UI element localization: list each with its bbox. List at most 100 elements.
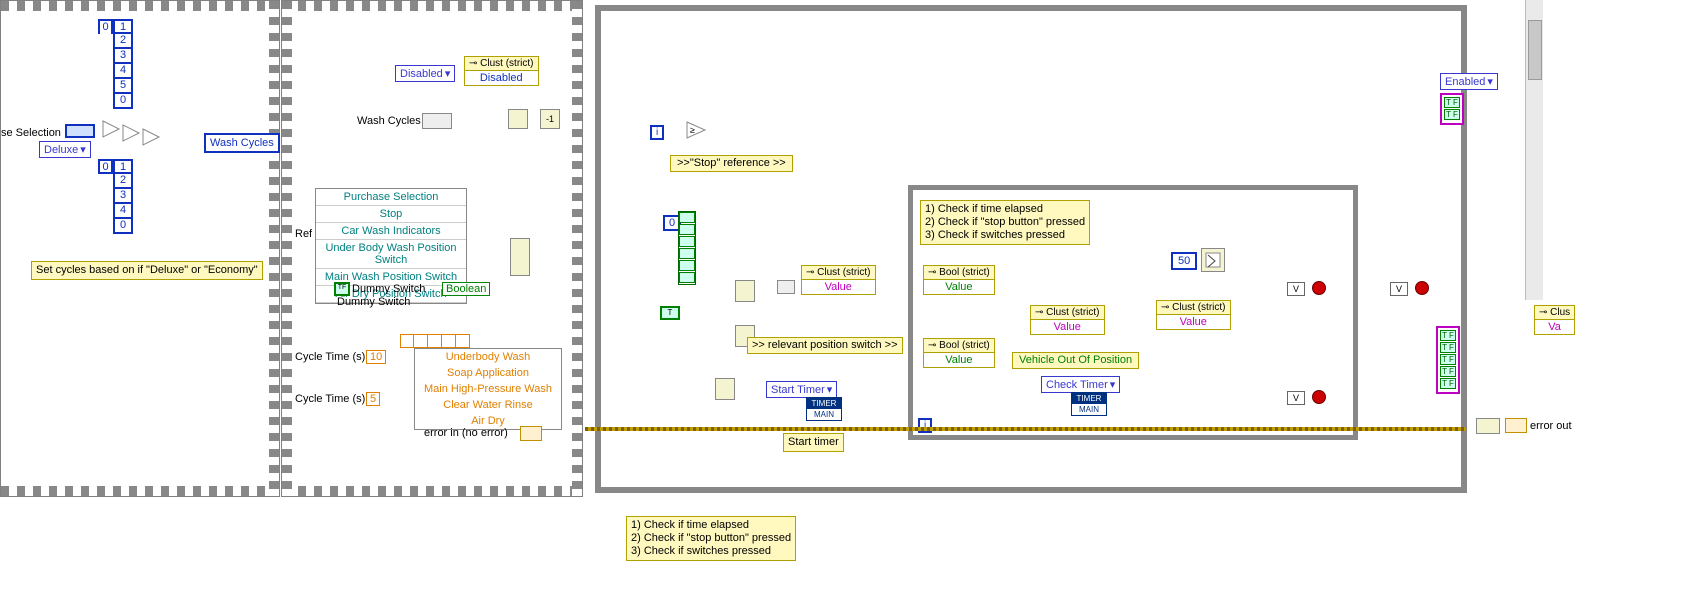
prop-val: Value xyxy=(1030,320,1105,335)
const-b4: 4 xyxy=(113,204,133,219)
svg-text:≥: ≥ xyxy=(690,125,695,135)
prop-header: ⊸ Bool (strict) xyxy=(928,340,990,351)
prop-bool-2[interactable]: ⊸ Bool (strict) Value xyxy=(923,338,995,368)
cluster-item: Car Wash Indicators xyxy=(316,223,466,240)
const-3: 3 xyxy=(113,49,133,64)
cycle-time-b-val[interactable]: 5 xyxy=(366,392,380,406)
enabled-ring[interactable]: Enabled xyxy=(1440,73,1498,90)
cycle-time-a-val[interactable]: 10 xyxy=(366,350,386,364)
const-2: 2 xyxy=(113,34,133,49)
prop-clust-inner-1[interactable]: ⊸ Clust (strict) Value xyxy=(1030,305,1105,335)
boolean-label: Boolean xyxy=(442,282,490,296)
comment-set-cycles: Set cycles based on if "Deluxe" or "Econ… xyxy=(31,261,263,280)
triangles-icon xyxy=(101,119,161,151)
prop-clust-rightedge[interactable]: ⊸ Clus Va xyxy=(1534,305,1575,335)
cycle-time-b-label: Cycle Time (s) xyxy=(295,393,365,405)
wait-ms-icon[interactable] xyxy=(1201,248,1225,272)
error-wire xyxy=(585,427,1465,431)
loop-stop-1[interactable] xyxy=(1312,281,1326,295)
array-size-icon[interactable] xyxy=(508,109,528,129)
selection-terminal[interactable] xyxy=(65,124,95,138)
orange-idx xyxy=(400,334,414,348)
prop-header: ⊸ Clust (strict) xyxy=(806,267,871,278)
prop-header: ⊸ Clust (strict) xyxy=(1035,307,1100,318)
build-array-icon[interactable] xyxy=(510,238,530,276)
check-timer-ring[interactable]: Check Timer xyxy=(1041,376,1120,393)
prop-header: ⊸ Clust (strict) xyxy=(469,58,534,69)
merge-errors-icon[interactable] xyxy=(1476,418,1500,434)
tf-cell xyxy=(679,224,695,235)
tf-cell xyxy=(679,236,695,247)
check-list-comment: 1) Check if time elapsed 2) Check if "st… xyxy=(920,200,1090,245)
disabled-ring[interactable]: Disabled xyxy=(395,65,455,82)
const-b3: 3 xyxy=(113,189,133,204)
const-b0b: 0 xyxy=(113,219,133,234)
stop-ref-label: >>"Stop" reference >> xyxy=(670,155,793,172)
bundle-node[interactable] xyxy=(777,280,795,294)
cluster-item: Under Body Wash Position Switch xyxy=(316,240,466,269)
disabled-prop-node[interactable]: ⊸ Clust (strict) Disabled xyxy=(464,56,539,86)
const-1: 1 xyxy=(113,19,133,34)
const-5: 5 xyxy=(113,79,133,94)
loop-i: i xyxy=(650,125,664,140)
prop-val: Value xyxy=(923,280,995,295)
index-array-3[interactable] xyxy=(715,378,735,400)
dummy-switch-term[interactable]: TF xyxy=(334,282,350,296)
const-b2: 2 xyxy=(113,174,133,189)
prop-val: Value xyxy=(1156,315,1231,330)
cycle-time-a-label: Cycle Time (s) xyxy=(295,351,365,363)
or-gate-2: V xyxy=(1287,391,1305,405)
wash-cycles-terminal[interactable] xyxy=(422,113,452,129)
prop-bool-1[interactable]: ⊸ Bool (strict) Value xyxy=(923,265,995,295)
tf-cell xyxy=(679,248,695,259)
loop-stop-2[interactable] xyxy=(1312,390,1326,404)
decrement-icon[interactable]: -1 xyxy=(540,109,560,129)
tf-cell xyxy=(679,260,695,271)
orange-idx xyxy=(442,334,456,348)
bottom-check-list: 1) Check if time elapsed 2) Check if "st… xyxy=(626,516,796,561)
greater-equal-icon: ≥ xyxy=(685,120,707,140)
error-in-terminal[interactable] xyxy=(520,426,542,441)
list-item: Underbody Wash xyxy=(415,349,561,365)
start-timer-ring[interactable]: Start Timer xyxy=(766,381,837,398)
vehicle-oop: Vehicle Out Of Position xyxy=(1012,352,1139,369)
const-0b: 0 xyxy=(113,94,133,109)
prop-val: Value xyxy=(923,353,995,368)
timer-subvi-start[interactable]: TIMERMAIN xyxy=(806,397,842,421)
list-item: Clear Water Rinse xyxy=(415,397,561,413)
error-out-terminal[interactable] xyxy=(1505,418,1527,433)
tf-cell xyxy=(679,212,695,223)
array-idx-b0: 0 xyxy=(98,159,113,174)
cluster-item: Purchase Selection xyxy=(316,189,466,206)
wash-cycles-indicator[interactable]: Wash Cycles xyxy=(204,133,280,153)
sequence-frame-1: 0 1 2 3 4 5 0 se Selection Deluxe 0 1 2 … xyxy=(0,0,280,497)
true-const[interactable]: T xyxy=(660,306,680,320)
pos-switch-label: >> relevant position switch >> xyxy=(747,337,903,354)
prop-clust-inner-2[interactable]: ⊸ Clust (strict) Value xyxy=(1156,300,1231,330)
timer-subvi-check[interactable]: TIMERMAIN xyxy=(1071,392,1107,416)
list-item: Soap Application xyxy=(415,365,561,381)
sequence-frame-2: Disabled ⊸ Clust (strict) Disabled Wash … xyxy=(281,0,583,497)
prop-clust-1[interactable]: ⊸ Clust (strict) Value xyxy=(801,265,876,295)
const-4: 4 xyxy=(113,64,133,79)
wash-steps-list[interactable]: Underbody Wash Soap Application Main Hig… xyxy=(414,348,562,430)
or-gate-outer: V xyxy=(1390,282,1408,296)
loop-stop-outer[interactable] xyxy=(1415,281,1429,295)
start-timer-caption: Start timer xyxy=(783,433,844,452)
deluxe-ring[interactable]: Deluxe xyxy=(39,141,91,158)
prop-header: ⊸ Clust (strict) xyxy=(1161,302,1226,313)
prop-val: Va xyxy=(1534,320,1575,335)
prop-val: Value xyxy=(801,280,876,295)
vertical-scrollbar[interactable] xyxy=(1525,0,1543,300)
dummy-switch-label-1: Dummy Switch xyxy=(352,283,425,295)
or-gate-1: V xyxy=(1287,282,1305,296)
orange-idx xyxy=(414,334,428,348)
cluster-item: Stop xyxy=(316,206,466,223)
selection-label: se Selection xyxy=(1,127,61,139)
list-item: Main High-Pressure Wash xyxy=(415,381,561,397)
index-array-1[interactable] xyxy=(735,280,755,302)
wash-cycles-label: Wash Cycles xyxy=(357,115,421,127)
prop-header: ⊸ Clus xyxy=(1539,307,1570,318)
error-in-label: error in (no error) xyxy=(424,427,508,439)
tf-cell xyxy=(679,272,695,283)
